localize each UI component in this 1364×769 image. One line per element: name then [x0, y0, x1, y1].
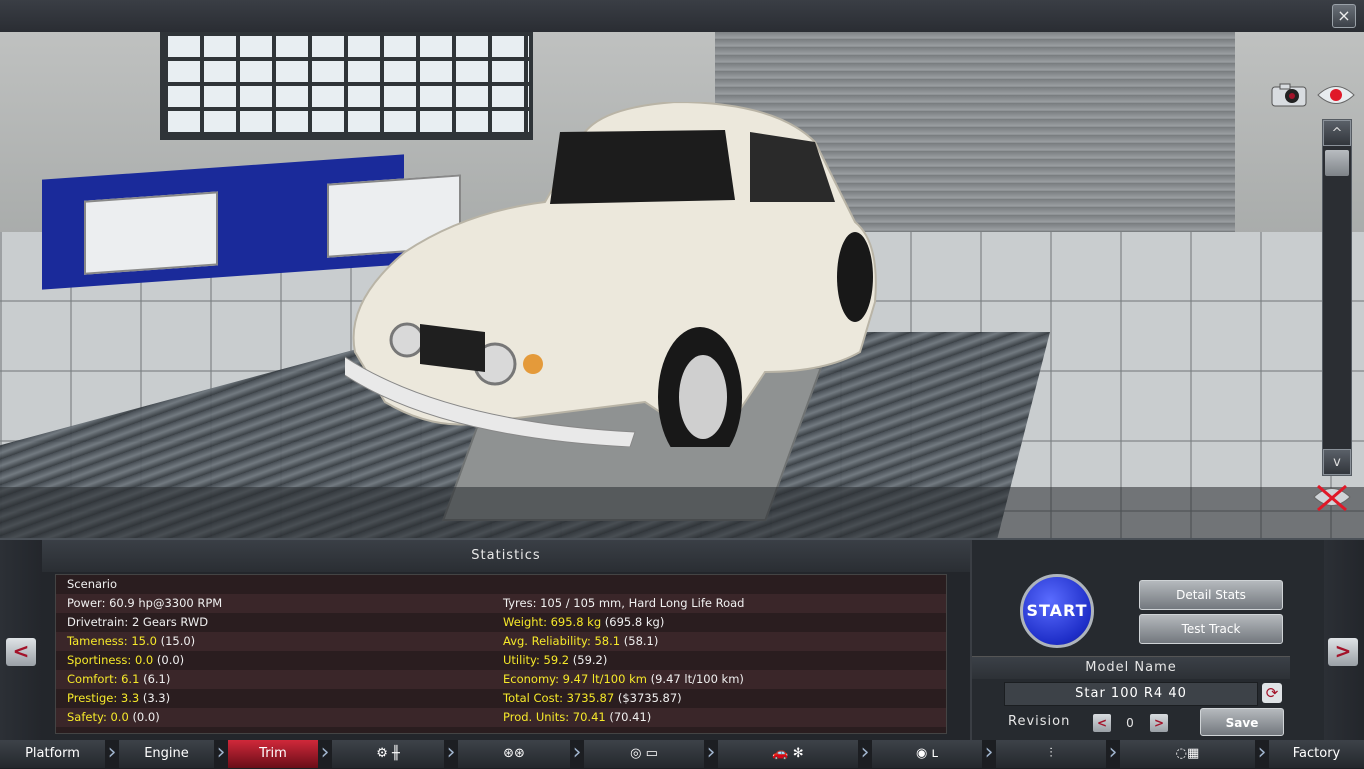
design-stage-tabs: Platform › Engine › Trim › ⚙ ╫ › ⊛⊛ › ◎ … [0, 740, 1364, 768]
stat-comfort: Comfort: 6.1 (6.1) [67, 672, 171, 686]
body-icon: ▭ [645, 746, 658, 761]
hide-ui-icon[interactable] [1312, 482, 1352, 512]
steering-icon: ◉ [915, 746, 928, 761]
tab-trim[interactable]: Trim [228, 740, 318, 768]
statistics-title: Statistics [42, 540, 970, 572]
tab-body[interactable]: ◎ ▭ [584, 740, 704, 768]
stat-weight: Weight: 695.8 kg (695.8 kg) [503, 615, 665, 629]
stat-tyres: Tyres: 105 / 105 mm, Hard Long Life Road [503, 596, 745, 610]
brake-icon: ◎ [630, 746, 642, 761]
test-track-button[interactable]: Test Track [1139, 614, 1283, 644]
stat-power: Power: 60.9 hp@3300 RPM [67, 596, 223, 610]
finish-flag-icon: ◌▦ [1175, 746, 1200, 761]
refresh-icon[interactable]: ⟳ [1262, 683, 1282, 703]
wheels-icon: ⊛⊛ [503, 746, 525, 761]
stat-sportiness: Sportiness: 0.0 (0.0) [67, 653, 185, 667]
zoom-scrollbar[interactable]: ^ v [1322, 119, 1352, 476]
scroll-up-button[interactable]: ^ [1323, 120, 1351, 146]
tab-aero[interactable]: 🚗 ✻ [718, 740, 858, 768]
tab-suspension[interactable]: ⫶ [996, 740, 1106, 768]
camera-icon[interactable] [1270, 82, 1308, 108]
stat-prod-units: Prod. Units: 70.41 (70.41) [503, 710, 652, 724]
scroll-thumb[interactable] [1325, 150, 1349, 176]
actions-panel: START Detail Stats Test Track Model Name… [970, 540, 1324, 742]
stat-total-cost: Total Cost: 3735.87 ($3735.87) [503, 691, 682, 705]
start-button[interactable]: START [1020, 574, 1094, 648]
prev-button[interactable]: < [6, 638, 36, 666]
stat-prestige: Prestige: 3.3 (3.3) [67, 691, 171, 705]
viewport-shade [0, 487, 1364, 538]
close-button[interactable]: × [1332, 4, 1356, 28]
stat-utility: Utility: 59.2 (59.2) [503, 653, 608, 667]
seat-icon: ʟ [931, 746, 939, 761]
stat-safety: Safety: 0.0 (0.0) [67, 710, 160, 724]
suspension-icon: ⫶ [1049, 746, 1053, 761]
revision-next-button[interactable]: > [1150, 714, 1168, 732]
fan-icon: ✻ [792, 746, 804, 761]
stat-drivetrain: Drivetrain: 2 Gears RWD [67, 615, 209, 629]
eye-icon[interactable] [1316, 82, 1356, 108]
title-bar: × [0, 0, 1364, 33]
car-viewport[interactable]: ^ v [0, 32, 1364, 538]
tab-wheels[interactable]: ⊛⊛ [458, 740, 570, 768]
revision-prev-button[interactable]: < [1093, 714, 1111, 732]
stat-scenario: Scenario [67, 577, 117, 591]
car-icon: 🚗 [772, 746, 789, 761]
tab-platform[interactable]: Platform [0, 740, 105, 768]
scroll-down-button[interactable]: v [1323, 449, 1351, 475]
car-model [345, 102, 877, 447]
detail-stats-button[interactable]: Detail Stats [1139, 580, 1283, 610]
next-button[interactable]: > [1328, 638, 1358, 666]
tab-interior[interactable]: ◉ ʟ [872, 740, 982, 768]
revision-value: 0 [1126, 716, 1134, 730]
tab-testing[interactable]: ◌▦ [1120, 740, 1255, 768]
gear-icon: ⚙ [376, 746, 388, 761]
save-button[interactable]: Save [1200, 708, 1284, 736]
stat-economy: Economy: 9.47 lt/100 km (9.47 lt/100 km) [503, 672, 744, 686]
model-name-title: Model Name [972, 656, 1290, 679]
tab-engine[interactable]: Engine [119, 740, 214, 768]
statistics-panel: < > Statistics Scenario Power: 60.9 hp@3… [0, 538, 1364, 742]
model-name-field[interactable]: Star 100 R4 40 [1004, 682, 1258, 706]
revision-label: Revision [1008, 714, 1071, 729]
tab-factory[interactable]: Factory [1269, 740, 1364, 768]
statistics-list: Scenario Power: 60.9 hp@3300 RPM Drivetr… [55, 574, 947, 734]
gearbox-icon: ╫ [391, 746, 400, 761]
tab-drivetrain[interactable]: ⚙ ╫ [332, 740, 444, 768]
stat-tameness: Tameness: 15.0 (15.0) [67, 634, 196, 648]
stat-reliability: Avg. Reliability: 58.1 (58.1) [503, 634, 659, 648]
